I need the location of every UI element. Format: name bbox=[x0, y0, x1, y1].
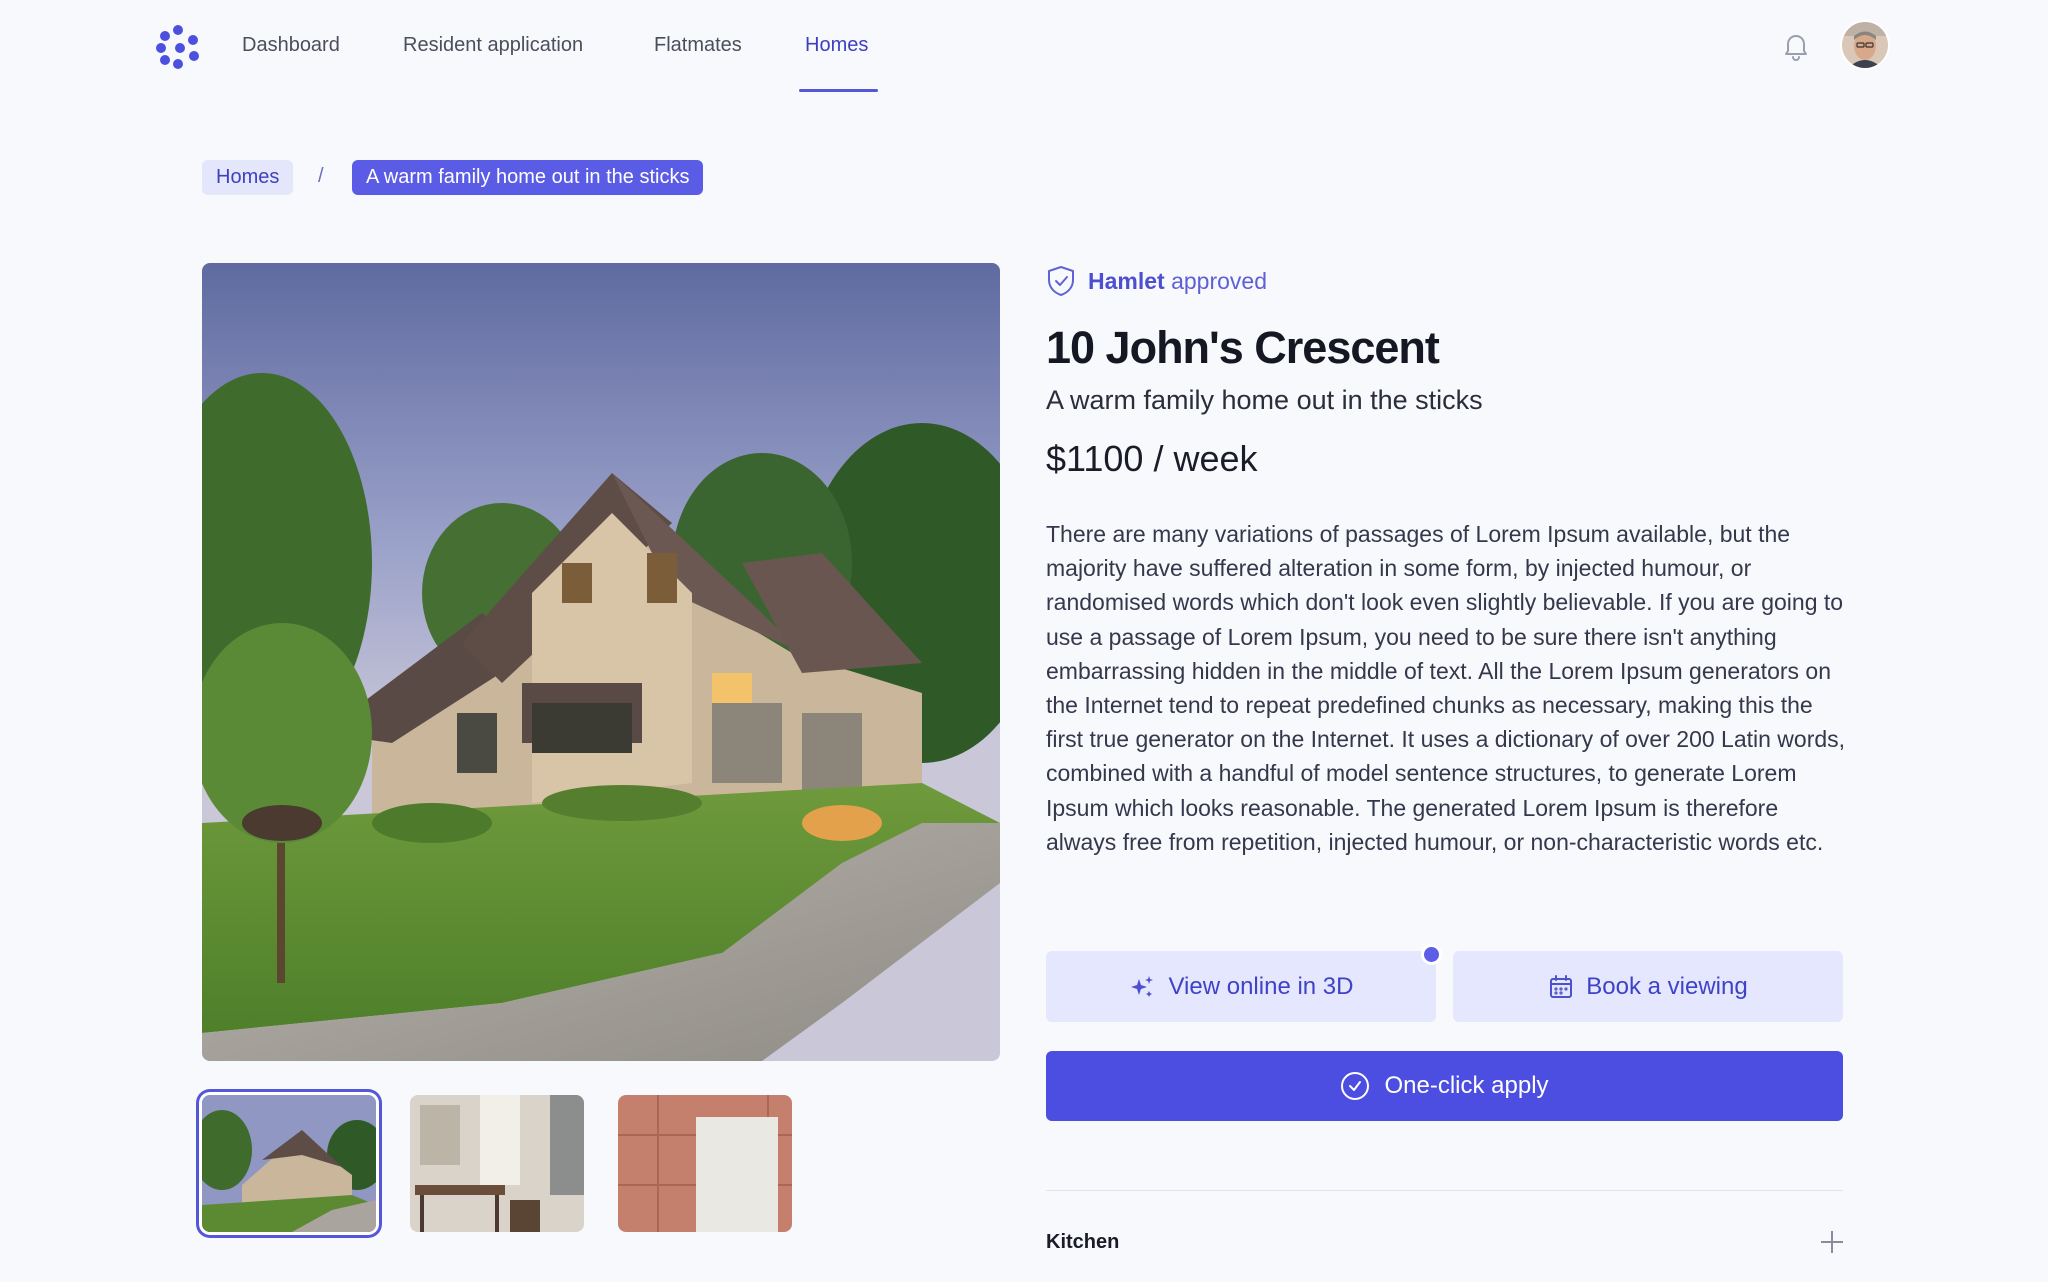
nav-link-homes[interactable]: Homes bbox=[805, 34, 868, 57]
approval-brand: Hamlet bbox=[1088, 267, 1165, 294]
listing-price: $1100 / week bbox=[1046, 438, 1258, 479]
sparkles-icon bbox=[1131, 975, 1154, 997]
listing-description: There are many variations of passages of… bbox=[1046, 521, 1846, 855]
thumbnail-1-exterior[interactable] bbox=[202, 1095, 376, 1232]
shield-check-icon bbox=[1048, 266, 1074, 296]
listing-main-photo[interactable] bbox=[202, 263, 1000, 1061]
view-3d-button[interactable]: View online in 3D bbox=[1046, 951, 1436, 1022]
top-navigation: Dashboard Resident application Flatmates… bbox=[0, 0, 2048, 94]
bell-icon[interactable] bbox=[1780, 30, 1812, 62]
approval-text: Hamlet approved bbox=[1088, 268, 1267, 295]
book-viewing-button[interactable]: Book a viewing bbox=[1453, 951, 1843, 1022]
nav-link-dashboard[interactable]: Dashboard bbox=[242, 34, 340, 57]
user-avatar[interactable] bbox=[1842, 22, 1888, 68]
thumbnail-3-tiles[interactable] bbox=[618, 1095, 792, 1232]
one-click-apply-label: One-click apply bbox=[1384, 1072, 1549, 1099]
nav-link-flatmates[interactable]: Flatmates bbox=[654, 34, 742, 57]
one-click-apply-button[interactable]: One-click apply bbox=[1046, 1051, 1843, 1121]
plus-icon[interactable] bbox=[1821, 1231, 1843, 1253]
view-3d-label: View online in 3D bbox=[1168, 972, 1354, 1000]
nav-link-resident-application[interactable]: Resident application bbox=[403, 34, 583, 57]
active-nav-indicator bbox=[799, 89, 878, 92]
listing-subtitle: A warm family home out in the sticks bbox=[1046, 385, 1483, 415]
breadcrumb-current-page: A warm family home out in the sticks bbox=[352, 160, 704, 195]
brand-logo-icon[interactable] bbox=[156, 24, 202, 70]
accordion-kitchen-label: Kitchen bbox=[1046, 1230, 1120, 1253]
accordion-kitchen[interactable]: Kitchen bbox=[1046, 1220, 1843, 1264]
calendar-icon bbox=[1550, 974, 1573, 998]
breadcrumb-homes-link[interactable]: Homes bbox=[202, 160, 294, 195]
approval-badge: Hamlet approved bbox=[1046, 264, 1267, 298]
thumbnail-2-interior[interactable] bbox=[410, 1095, 584, 1232]
section-divider bbox=[1046, 1190, 1843, 1191]
listing-title: 10 John's Crescent bbox=[1046, 322, 1440, 373]
breadcrumb-separator: / bbox=[318, 165, 324, 187]
check-circle-icon bbox=[1341, 1072, 1370, 1100]
approval-status: approved bbox=[1171, 267, 1268, 294]
new-feature-dot bbox=[1421, 944, 1442, 965]
book-viewing-label: Book a viewing bbox=[1586, 972, 1748, 1000]
